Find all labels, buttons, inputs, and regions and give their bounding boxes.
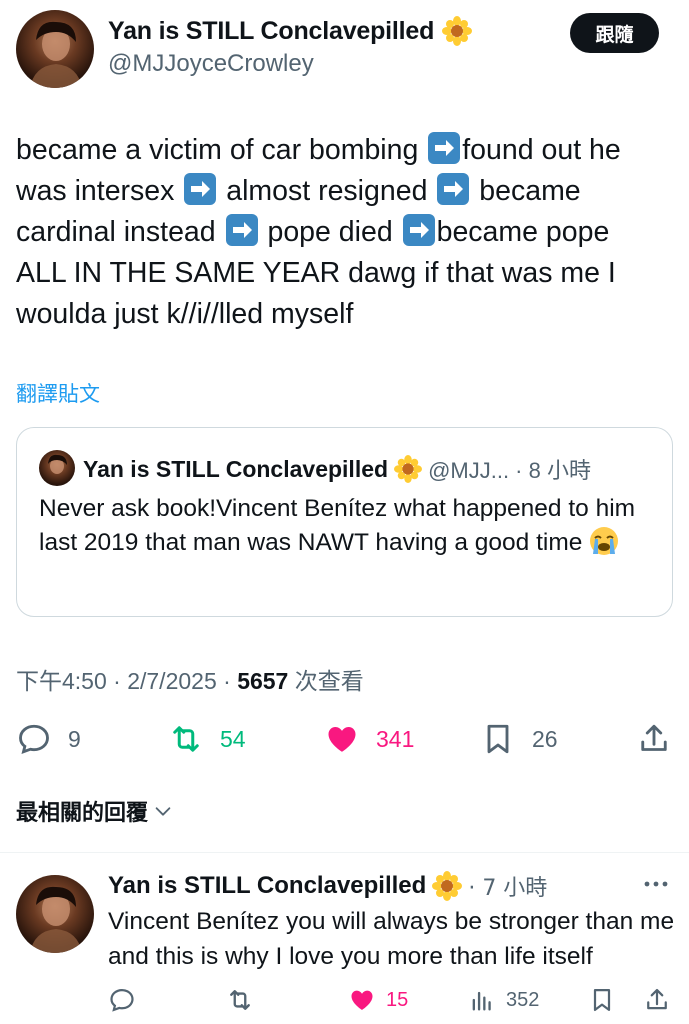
heart-filled-icon <box>351 990 373 1010</box>
heart-filled-icon <box>328 727 356 752</box>
tweet-line-1-after: found out he <box>462 134 621 166</box>
reply-author-avatar[interactable] <box>16 875 94 953</box>
author-handle[interactable]: @MJJoyceCrowley <box>108 50 314 78</box>
right-arrow-icon <box>184 173 217 205</box>
share-button[interactable] <box>636 718 672 760</box>
tweet-line-3-after: became pope <box>436 216 610 248</box>
reply-share-button[interactable] <box>643 984 671 1016</box>
divider <box>0 852 689 853</box>
translate-post-link[interactable]: 翻譯貼文 <box>16 378 100 408</box>
repost-icon <box>173 726 199 752</box>
reply-views-button[interactable]: 352 <box>468 984 539 1016</box>
tweet-line-3-middle: pope died <box>259 216 401 248</box>
quoted-tweet-card[interactable]: Yan is STILL Conclavepilled @MJJ... · 8 … <box>16 427 673 617</box>
share-icon <box>647 988 667 1010</box>
analytics-icon <box>472 991 491 1011</box>
tweet-line-2-after: became <box>471 175 581 207</box>
reply-like-button[interactable]: 15 <box>348 984 408 1016</box>
repost-button[interactable]: 54 <box>168 718 246 760</box>
tweet-line-2-middle: almost resigned <box>218 175 436 207</box>
tweet-actions: 9 54 341 26 <box>16 718 673 760</box>
like-button[interactable]: 341 <box>324 718 414 760</box>
reply-like-count: 15 <box>386 988 409 1011</box>
quote-text-body: Never ask book!Vincent Benítez what happ… <box>39 495 636 556</box>
quote-header: Yan is STILL Conclavepilled @MJJ... · 8 … <box>83 453 591 485</box>
reply-button[interactable]: 9 <box>16 718 81 760</box>
like-count: 341 <box>376 725 415 752</box>
author-name-row[interactable]: Yan is STILL Conclavepilled <box>108 16 473 46</box>
sunflower-icon <box>394 455 423 483</box>
chevron-down-icon <box>155 807 171 816</box>
tweet-line-1: became a victim of car bombing found out… <box>16 130 676 171</box>
tweet-line-3: cardinal instead pope died became pope <box>16 212 676 253</box>
bookmark-button[interactable]: 26 <box>480 718 558 760</box>
bookmark-count: 26 <box>532 725 558 752</box>
author-display-name[interactable]: Yan is STILL Conclavepilled <box>108 17 434 46</box>
reply-text: Vincent Benítez you will always be stron… <box>108 908 675 970</box>
tweet-line-2: was intersex almost resigned became <box>16 171 676 212</box>
reply-time[interactable]: · 7 小時 <box>468 870 547 902</box>
quote-author-name: Yan is STILL Conclavepilled <box>83 455 389 482</box>
tweet-line-3-before: cardinal instead <box>16 216 224 248</box>
quote-author-avatar <box>39 450 75 486</box>
follow-button[interactable]: 跟隨 <box>570 13 659 53</box>
right-arrow-icon <box>428 132 461 164</box>
repost-icon <box>230 990 250 1010</box>
tweet-line-2-before: was intersex <box>16 175 183 207</box>
reply-repost-button[interactable] <box>226 984 254 1016</box>
author-avatar[interactable] <box>16 10 94 88</box>
reply-actions: 15 352 <box>108 984 673 1016</box>
reply-icon <box>19 724 49 755</box>
reply-count: 9 <box>68 725 81 752</box>
right-arrow-icon <box>402 214 435 246</box>
right-arrow-icon <box>437 173 470 205</box>
tweet-line-4: ALL IN THE SAME YEAR dawg if that was me… <box>16 257 616 289</box>
sunflower-icon <box>442 16 473 46</box>
tweet-text: became a victim of car bombing found out… <box>16 130 676 335</box>
reply-icon <box>110 988 134 1012</box>
right-arrow-icon <box>225 214 258 246</box>
timestamp-row: 下午4:50 · 2/7/2025 · 5657 次查看 <box>16 662 364 696</box>
bookmark-icon <box>593 988 611 1012</box>
reply-bookmark-button[interactable] <box>588 984 616 1016</box>
reply-author-name[interactable]: Yan is STILL Conclavepilled <box>108 872 426 900</box>
reply-header: Yan is STILL Conclavepilled · 7 小時 <box>108 870 547 902</box>
bookmark-icon <box>487 724 509 754</box>
views-label: 次查看 <box>288 668 364 694</box>
more-options-icon[interactable] <box>641 872 671 896</box>
loudly-crying-face-icon <box>589 526 619 556</box>
views-count: 5657 <box>237 668 289 694</box>
sunflower-icon <box>432 871 463 901</box>
timestamp[interactable]: 下午4:50 · 2/7/2025 · <box>16 668 237 694</box>
quote-meta: @MJJ... · 8 小時 <box>428 458 591 483</box>
sort-replies-dropdown[interactable]: 最相關的回覆 <box>16 795 174 827</box>
reply-views-count: 352 <box>506 988 540 1011</box>
reply-reply-button[interactable] <box>108 984 136 1016</box>
share-icon <box>641 724 667 751</box>
tweet-line-5: woulda just k//i//lled myself <box>16 298 354 330</box>
sort-replies-label: 最相關的回覆 <box>16 801 149 826</box>
tweet-line-1-before: became a victim of car bombing <box>16 134 427 166</box>
quote-text: Never ask book!Vincent Benítez what happ… <box>39 492 659 560</box>
repost-count: 54 <box>220 725 246 752</box>
